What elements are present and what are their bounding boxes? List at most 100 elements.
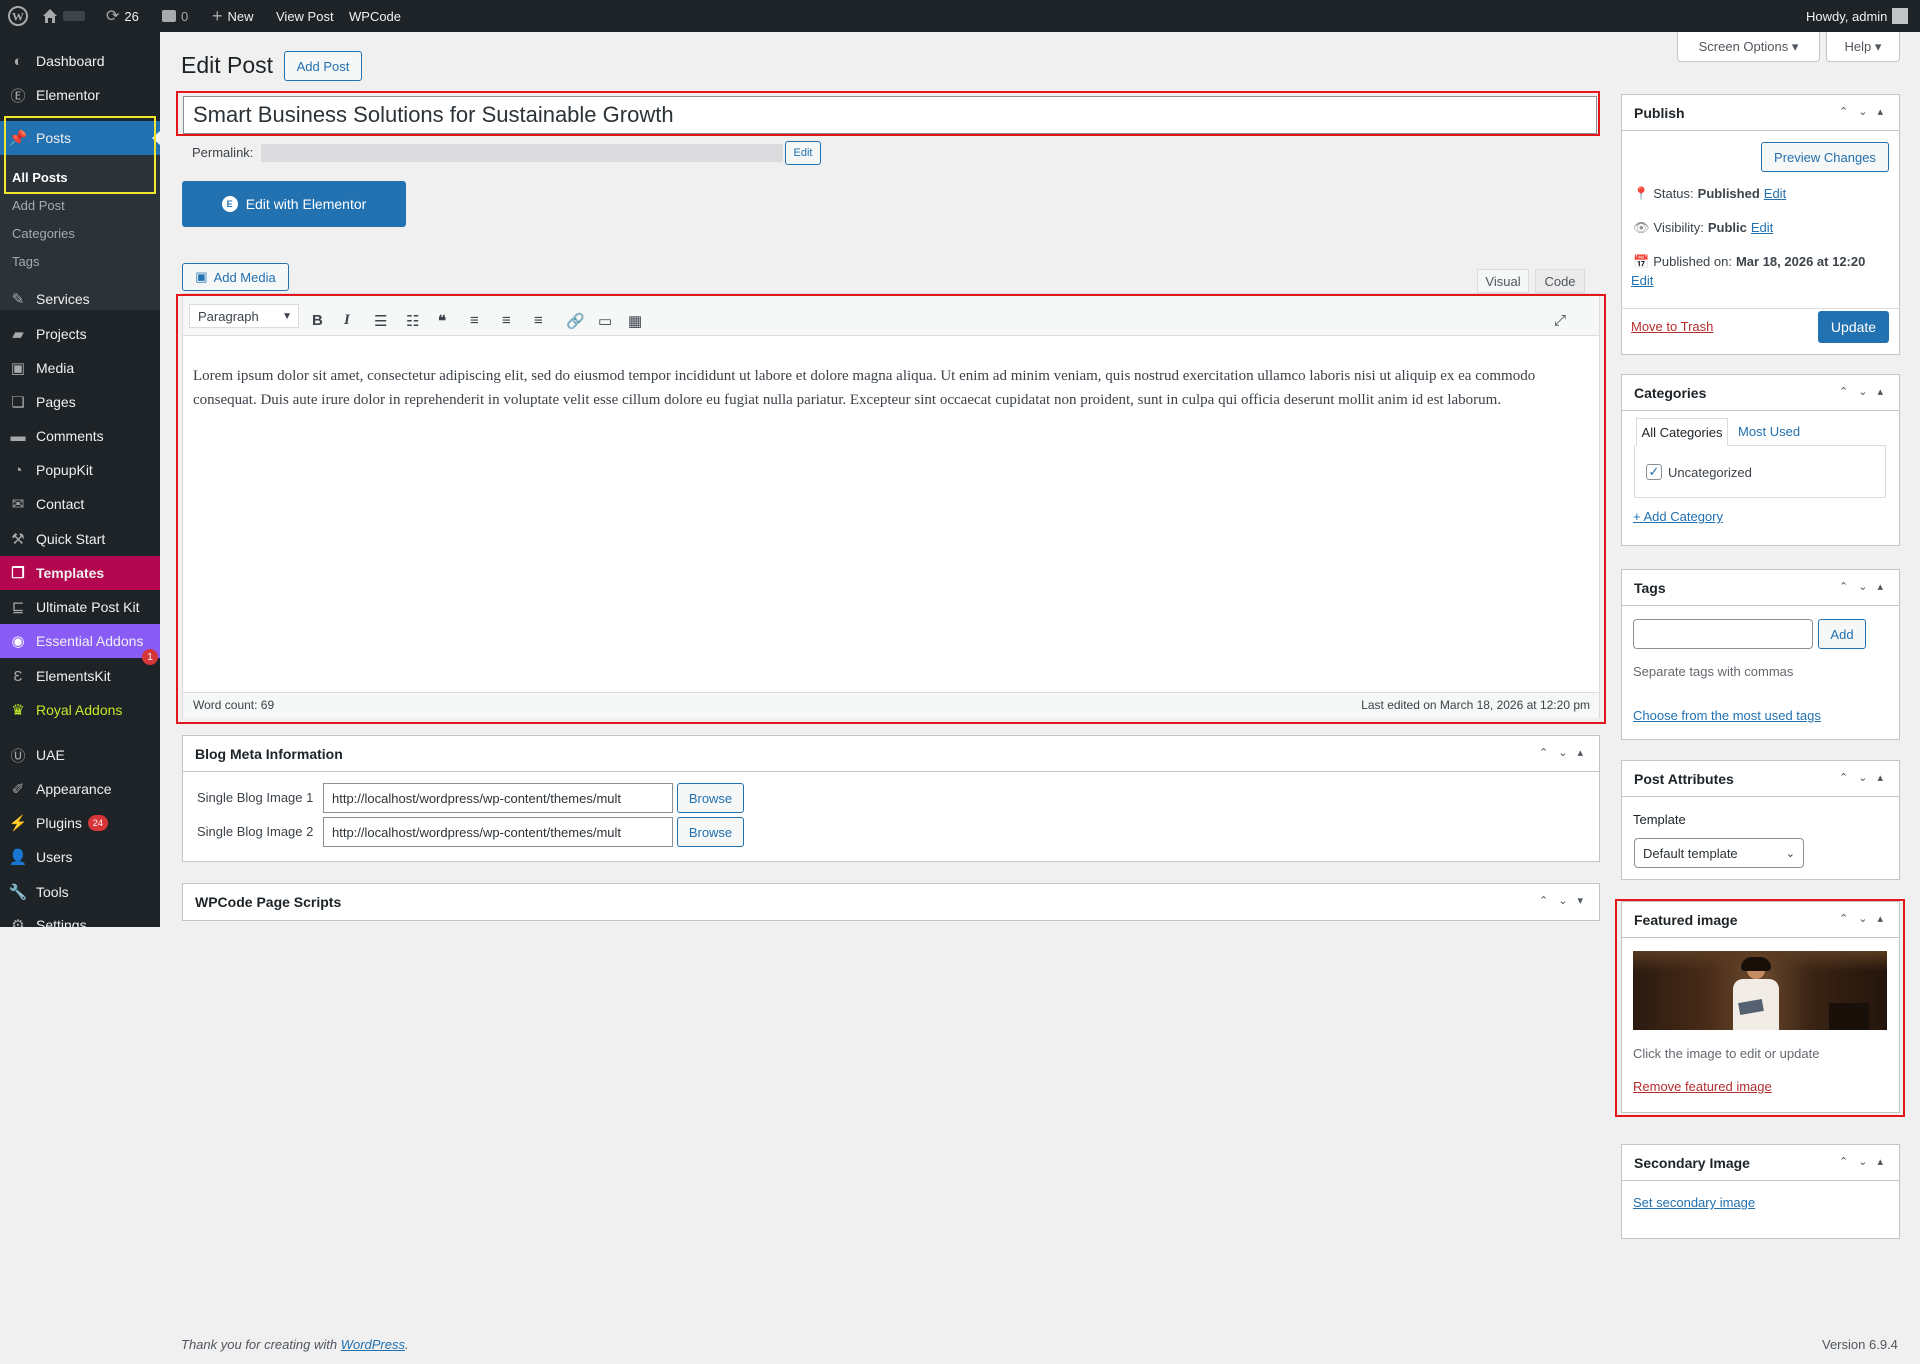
sidebar-item-projects[interactable]: ▰ Projects — [0, 317, 160, 351]
box-controls-icon[interactable]: ⌃⌄▴ — [1839, 105, 1893, 118]
comments-icon: ▬ — [10, 427, 26, 445]
add-category-link[interactable]: + Add Category — [1633, 509, 1723, 524]
template-label: Template — [1633, 812, 1686, 827]
essential-addons-icon: ◉ — [11, 633, 25, 650]
footer-wordpress-link[interactable]: WordPress — [341, 1337, 405, 1352]
update-button[interactable]: Update — [1818, 311, 1889, 343]
uncategorized-checkbox[interactable]: ✓ — [1646, 464, 1662, 480]
site-name-blurred — [63, 11, 85, 21]
wordpress-logo-icon[interactable]: W — [8, 0, 28, 32]
published-on-row: 📅 Published on: Mar 18, 2026 at 12:20 — [1633, 254, 1866, 269]
updates-link[interactable]: ⟳ 26 — [106, 0, 139, 32]
blog-image-2-label: Single Blog Image 2 — [197, 824, 314, 839]
envelope-icon: ✉ — [11, 496, 25, 513]
status-edit-link[interactable]: Edit — [1764, 186, 1786, 202]
highlight-title — [176, 91, 1600, 136]
preview-changes-button[interactable]: Preview Changes — [1761, 142, 1889, 172]
elementor-icon: Ⓔ — [10, 87, 26, 105]
uae-icon: Ⓤ — [10, 747, 26, 765]
box-controls-icon[interactable]: ⌃⌄▴ — [1839, 385, 1893, 398]
add-tag-button[interactable]: Add — [1818, 619, 1866, 649]
sidebar-item-users[interactable]: 👤 Users — [0, 840, 160, 874]
sidebar-item-elementskit[interactable]: Ɛ ElementsKit — [0, 659, 160, 693]
sidebar-item-media[interactable]: ▣ Media — [0, 351, 160, 385]
tab-most-used[interactable]: Most Used — [1738, 424, 1800, 439]
site-home-icon[interactable] — [42, 0, 85, 32]
popupkit-icon: ◔ — [13, 461, 23, 479]
set-secondary-image-link[interactable]: Set secondary image — [1633, 1195, 1755, 1210]
sidebar-item-popupkit[interactable]: ◔ PopupKit — [0, 453, 160, 487]
wpcode-header[interactable]: WPCode Page Scripts — [183, 884, 1599, 920]
tag-input[interactable] — [1633, 619, 1813, 649]
permalink-url-blurred[interactable] — [261, 144, 783, 162]
publish-divider — [1621, 308, 1900, 309]
published-edit-link[interactable]: Edit — [1631, 273, 1653, 288]
help-button[interactable]: Help ▾ — [1826, 32, 1900, 62]
highlight-featured-image — [1615, 899, 1905, 1117]
settings-icon: ⚙ — [11, 917, 25, 927]
sidebar-item-tools[interactable]: 🔧 Tools — [0, 875, 160, 909]
submenu-add-post[interactable]: Add Post — [12, 198, 65, 213]
sidebar-item-settings[interactable]: ⚙ Settings — [0, 908, 160, 927]
box-controls-icon[interactable]: ⌃⌄▴ — [1839, 1155, 1893, 1168]
pin-icon: 📍 — [1633, 186, 1650, 201]
sidebar-item-royal-addons[interactable]: ♛ Royal Addons — [0, 693, 160, 727]
new-content-link[interactable]: + New — [212, 0, 254, 32]
blog-image-1-input[interactable]: http://localhost/wordpress/wp-content/th… — [323, 783, 673, 813]
admin-bar: W ⟳ 26 0 + New View Post WPCode Howdy, a… — [0, 0, 1920, 32]
box-controls-icon[interactable]: ⌃⌄▴ — [1839, 771, 1893, 784]
sidebar-item-elementor[interactable]: Ⓔ Elementor — [0, 78, 160, 112]
calendar-icon: 📅 — [1633, 254, 1650, 269]
sidebar-item-comments[interactable]: ▬ Comments — [0, 419, 160, 453]
add-media-button[interactable]: ▣ Add Media — [182, 263, 289, 291]
visibility-edit-link[interactable]: Edit — [1751, 220, 1773, 236]
tab-visual[interactable]: Visual — [1477, 269, 1529, 293]
tools-icon: ✎ — [11, 291, 25, 308]
sidebar-item-uae[interactable]: Ⓤ UAE — [0, 738, 160, 772]
add-post-button[interactable]: Add Post — [284, 51, 362, 81]
wpcode-link[interactable]: WPCode — [349, 0, 401, 32]
folder-icon: ▰ — [12, 326, 24, 343]
tab-all-categories[interactable]: All Categories — [1636, 418, 1728, 446]
box-controls-icon[interactable]: ⌃⌄▴ — [1839, 580, 1893, 593]
edit-with-elementor-button[interactable]: E Edit with Elementor — [182, 181, 406, 227]
brush-icon: ✐ — [11, 781, 25, 798]
my-account-link[interactable]: Howdy, admin — [1806, 0, 1909, 32]
avatar — [1892, 8, 1909, 24]
sidebar-item-contact[interactable]: ✉ Contact — [0, 487, 160, 521]
uncategorized-label: Uncategorized — [1668, 465, 1752, 480]
sidebar-item-quick-start[interactable]: ⚒ Quick Start — [0, 522, 160, 556]
sidebar-item-services[interactable]: ✎ Services — [0, 282, 160, 316]
submenu-tags[interactable]: Tags — [12, 254, 39, 269]
user-icon: 👤 — [8, 849, 28, 866]
choose-tags-link[interactable]: Choose from the most used tags — [1633, 708, 1821, 723]
permalink-edit-button[interactable]: Edit — [785, 141, 821, 165]
tab-code[interactable]: Code — [1535, 269, 1585, 293]
browse-button-2[interactable]: Browse — [677, 817, 744, 847]
blog-meta-header[interactable]: Blog Meta Information — [183, 736, 1599, 772]
box-controls-icon[interactable]: ⌃⌄▴ — [1539, 746, 1593, 759]
sidebar-item-ultimate-post-kit[interactable]: ⊑ Ultimate Post Kit — [0, 590, 160, 624]
blog-image-1-label: Single Blog Image 1 — [197, 790, 314, 805]
view-post-link[interactable]: View Post — [276, 0, 334, 32]
sidebar-item-plugins[interactable]: ⚡ Plugins 24 — [0, 806, 160, 840]
elementskit-icon: Ɛ — [13, 667, 23, 685]
sidebar-item-templates[interactable]: ❐ Templates — [0, 556, 160, 590]
submenu-categories[interactable]: Categories — [12, 226, 75, 241]
chevron-down-icon: ⌄ — [1785, 847, 1795, 860]
sidebar-item-appearance[interactable]: ✐ Appearance — [0, 772, 160, 806]
page-title: Edit Post — [181, 52, 274, 78]
plug-icon: ⚡ — [8, 815, 28, 832]
screen-options-button[interactable]: Screen Options ▾ — [1677, 32, 1820, 62]
browse-button-1[interactable]: Browse — [677, 783, 744, 813]
media-icon: ▣ — [10, 360, 26, 377]
blog-image-2-input[interactable]: http://localhost/wordpress/wp-content/th… — [323, 817, 673, 847]
comments-link[interactable]: 0 — [162, 0, 188, 32]
sidebar-item-dashboard[interactable]: ◐ Dashboard — [0, 44, 160, 78]
status-row: 📍 Status: Published Edit — [1633, 186, 1787, 202]
sidebar-item-pages[interactable]: ❏ Pages — [0, 385, 160, 419]
box-controls-icon[interactable]: ⌃⌄▾ — [1539, 894, 1593, 907]
move-to-trash-link[interactable]: Move to Trash — [1631, 319, 1713, 334]
sidebar-item-essential-addons[interactable]: ◉ Essential Addons — [0, 624, 160, 658]
template-select[interactable]: Default template ⌄ — [1634, 838, 1804, 868]
